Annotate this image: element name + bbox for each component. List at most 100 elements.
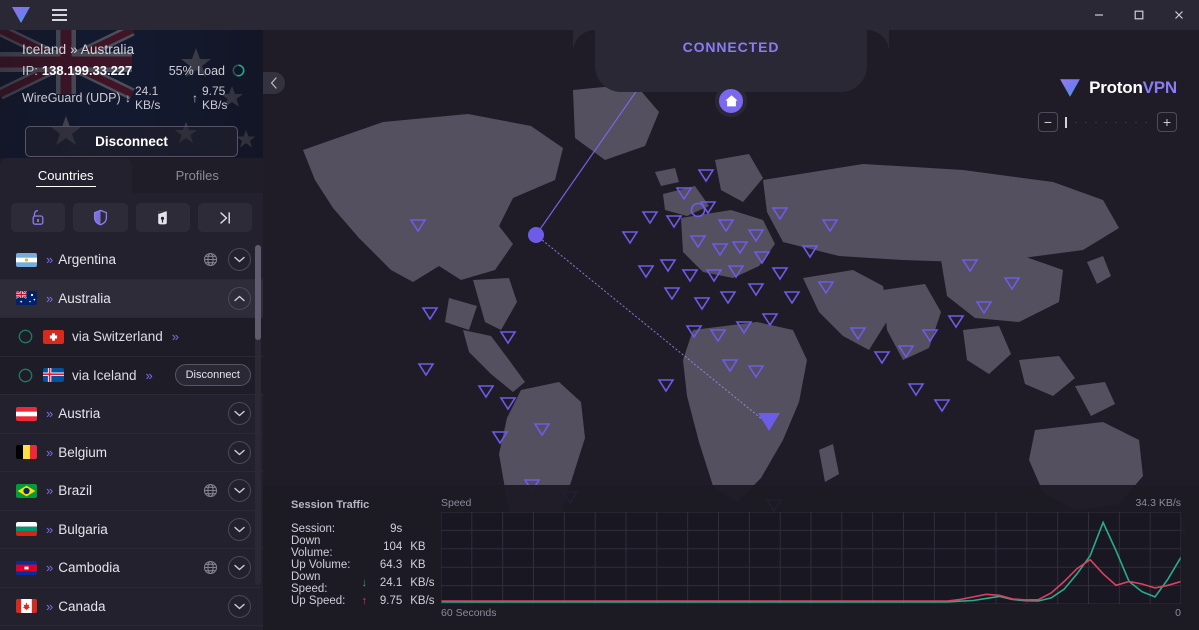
country-list[interactable]: » Argentina » Australia via Switzerland …: [0, 241, 263, 630]
sidebar-tabs: Countries Profiles: [0, 158, 263, 193]
stat-row-down-volume: Down Volume: 104 KB: [291, 535, 435, 559]
server-status-ring-icon: [18, 368, 33, 383]
expand-brazil-button[interactable]: [228, 479, 251, 503]
shield-icon[interactable]: [73, 203, 128, 232]
zoom-tick: ·: [1134, 117, 1138, 127]
world-map[interactable]: CONNECTED ProtonVPN − · · · · · · · · + …: [263, 30, 1199, 630]
stat-label: Up Speed:: [291, 595, 346, 607]
speed-graph-footer: 60 Seconds 0: [435, 604, 1185, 619]
hamburger-menu-icon[interactable]: [42, 0, 76, 30]
country-name: Brazil: [58, 483, 92, 499]
tor-onion-icon[interactable]: [135, 203, 190, 232]
secure-core-arrows-icon: »: [46, 252, 53, 268]
collapse-australia-button[interactable]: [228, 286, 251, 310]
flag-bg: [16, 522, 37, 537]
disconnect-button[interactable]: Disconnect: [25, 126, 238, 157]
secure-core-arrows-icon: »: [46, 598, 53, 614]
country-name: Australia: [58, 290, 111, 306]
secure-core-arrows-icon: »: [46, 290, 53, 306]
secure-core-name: via Switzerland: [72, 329, 163, 345]
speed-graph-svg: [441, 512, 1181, 604]
secure-core-arrows-icon: »: [145, 367, 153, 383]
secure-core-row-iceland[interactable]: via Iceland » Disconnect: [0, 356, 263, 395]
country-row-belgium[interactable]: » Belgium: [0, 434, 263, 472]
stat-value: 9s: [390, 523, 403, 535]
collapse-sidebar-button[interactable]: [263, 72, 285, 94]
map-zoom-control[interactable]: − · · · · · · · · +: [1038, 112, 1177, 132]
flag-is: [43, 368, 64, 383]
expand-belgium-button[interactable]: [228, 440, 251, 464]
maximize-icon[interactable]: [1119, 0, 1159, 30]
country-name: Belgium: [58, 444, 108, 460]
stat-value: 104: [383, 541, 403, 553]
secure-core-disconnect-button[interactable]: Disconnect: [174, 364, 251, 387]
brand-accent: VPN: [1142, 78, 1178, 97]
speed-graph-title: Speed: [441, 497, 472, 509]
scrollbar-thumb[interactable]: [255, 245, 261, 340]
protonvpn-window: Iceland » Australia IP: 138.199.33.227 5…: [0, 0, 1199, 630]
chevron-down-icon: [234, 526, 245, 533]
brand-name: ProtonVPN: [1089, 78, 1177, 98]
expand-bulgaria-button[interactable]: [228, 517, 251, 541]
secure-core-arrows-icon: »: [46, 444, 53, 460]
close-icon[interactable]: [1159, 0, 1199, 30]
session-traffic-title: Session Traffic: [291, 499, 370, 511]
country-row-canada[interactable]: » Canada: [0, 588, 263, 626]
stat-label: Up Volume:: [291, 559, 351, 571]
stat-row-up-speed: Up Speed: ↑ 9.75 KB/s: [291, 592, 435, 610]
connection-info: Iceland » Australia IP: 138.199.33.227 5…: [0, 30, 263, 112]
protocol-row: WireGuard (UDP) ↓ 24.1 KB/s ↑ 9.75 KB/s: [22, 84, 245, 112]
country-row-australia[interactable]: » Australia: [0, 279, 263, 318]
brand-logo: ProtonVPN: [1059, 78, 1177, 98]
stat-row-down-speed: Down Speed: ↓ 24.1 KB/s: [291, 571, 435, 595]
fastest-arrow-icon[interactable]: [197, 203, 252, 232]
secure-core-row-switzerland[interactable]: via Switzerland »: [0, 318, 263, 357]
zoom-slider-track[interactable]: · · · · · · · ·: [1064, 116, 1151, 128]
protocol-name: WireGuard (UDP): [22, 91, 121, 105]
home-badge[interactable]: [715, 85, 747, 117]
secure-core-arrows-icon: »: [46, 521, 53, 537]
zoom-out-button[interactable]: −: [1038, 112, 1058, 132]
speed-graph-max-label: 34.3 KB/s: [1135, 497, 1181, 509]
expand-cambodia-button[interactable]: [228, 556, 251, 580]
country-row-cambodia[interactable]: » Cambodia: [0, 549, 263, 588]
stat-unit: KB: [410, 541, 426, 553]
connection-header: Iceland » Australia IP: 138.199.33.227 5…: [0, 30, 263, 158]
stat-label: Session:: [291, 523, 336, 535]
zoom-tick: ·: [1074, 117, 1078, 127]
country-list-scrollbar[interactable]: [255, 245, 261, 585]
header-up-speed: ↑ 9.75 KB/s: [192, 84, 245, 112]
chevron-down-icon: [234, 411, 245, 417]
minimize-icon[interactable]: [1079, 0, 1119, 30]
speed-graph-min-label: 0: [1175, 607, 1181, 619]
country-row-austria[interactable]: » Austria: [0, 395, 263, 434]
stat-value: 9.75: [379, 595, 403, 607]
zoom-tick: ·: [1104, 117, 1108, 127]
chevron-down-icon: [234, 449, 245, 456]
ip-label: IP:: [22, 63, 38, 78]
flag-kh: [16, 560, 37, 575]
server-load: 55% Load: [169, 64, 245, 78]
expand-argentina-button[interactable]: [228, 248, 251, 272]
tab-countries[interactable]: Countries: [0, 158, 132, 193]
flag-be: [16, 445, 37, 460]
zoom-slider-handle[interactable]: [1065, 116, 1067, 128]
country-row-brazil[interactable]: » Brazil: [0, 472, 263, 511]
stat-unit: KB/s: [410, 577, 435, 589]
ip-value: 138.199.33.227: [41, 63, 133, 78]
tab-profiles[interactable]: Profiles: [132, 158, 264, 193]
country-row-bulgaria[interactable]: » Bulgaria: [0, 511, 263, 549]
chevron-down-icon: [234, 257, 245, 263]
globe-icon: [203, 484, 218, 498]
country-row-argentina[interactable]: » Argentina: [0, 241, 263, 280]
expand-austria-button[interactable]: [228, 402, 251, 426]
up-arrow-icon: ↑: [192, 91, 198, 105]
header-down-speed-value: 24.1 KB/s: [135, 84, 161, 112]
secure-core-lock-icon[interactable]: [11, 203, 66, 232]
up-arrow-icon: ↑: [361, 595, 368, 607]
expand-canada-button[interactable]: [228, 594, 251, 618]
zoom-in-button[interactable]: +: [1157, 112, 1177, 132]
country-name: Cambodia: [58, 560, 120, 576]
speed-graph-panel: Speed 34.3 KB/s 60 Seconds 0: [435, 493, 1199, 630]
brand-primary: Proton: [1089, 78, 1143, 97]
